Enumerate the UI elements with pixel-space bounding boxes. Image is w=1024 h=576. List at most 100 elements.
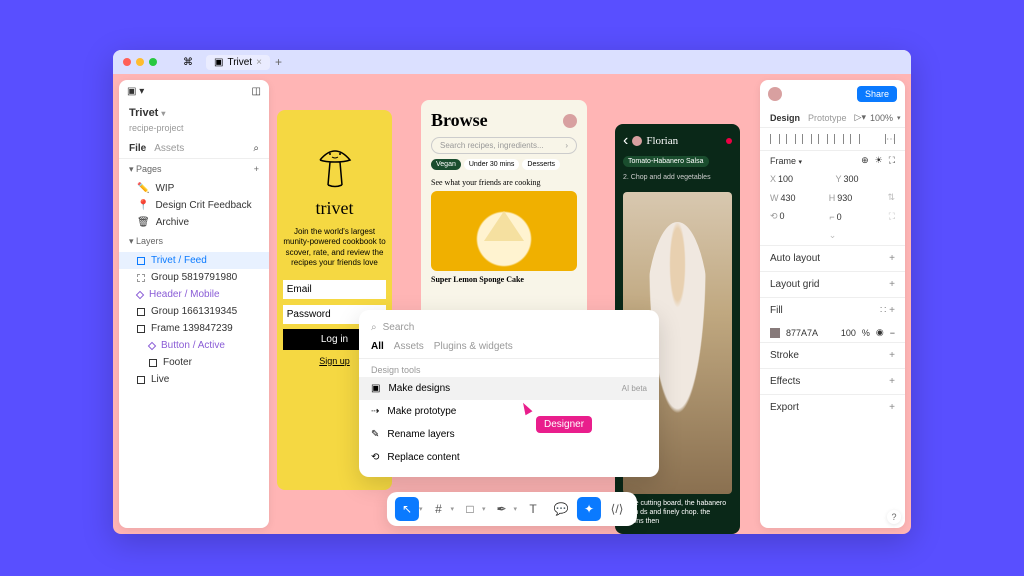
- constrain-icon[interactable]: ⇅: [887, 192, 895, 203]
- help-button[interactable]: ?: [887, 510, 901, 524]
- collapse-caret[interactable]: ⌄: [829, 230, 837, 241]
- user-avatar[interactable]: [563, 114, 577, 128]
- left-panel: ▣ ▾ ◫ Trivet ▾ recipe-project File Asset…: [119, 80, 269, 528]
- align-bottom-icon: [850, 134, 860, 144]
- popup-tab-plugins[interactable]: Plugins & widgets: [434, 341, 513, 352]
- layer-header-mobile[interactable]: Header / Mobile: [119, 286, 269, 303]
- remove-fill-icon[interactable]: −: [890, 328, 895, 338]
- play-icon[interactable]: ▷▾: [855, 112, 866, 123]
- assets-tab-left[interactable]: Assets: [154, 143, 184, 154]
- popup-tab-all[interactable]: All: [371, 341, 384, 352]
- tool-caret[interactable]: ▾: [419, 505, 423, 513]
- panel-toggle-icon[interactable]: ◫: [252, 86, 261, 97]
- fill-swatch[interactable]: [770, 328, 780, 338]
- comment-tool[interactable]: 💬: [549, 497, 573, 521]
- close-window[interactable]: [123, 58, 131, 66]
- layer-live[interactable]: Live: [119, 371, 269, 388]
- pill-vegan[interactable]: Vegan: [431, 159, 461, 170]
- add-effect[interactable]: +: [889, 376, 895, 387]
- shape-tool[interactable]: □: [458, 497, 482, 521]
- replace-content-item[interactable]: ⟲Replace content: [359, 446, 659, 469]
- align-middle-icon: [834, 134, 844, 144]
- make-prototype-item[interactable]: ⇢Make prototype: [359, 400, 659, 423]
- maximize-window[interactable]: [149, 58, 157, 66]
- page-feedback[interactable]: 📍Design Crit Feedback: [119, 197, 269, 214]
- salsa-tag[interactable]: Tomato-Habanero Salsa: [623, 156, 709, 167]
- pages-label[interactable]: ▾ Pages: [129, 164, 162, 175]
- corner-input[interactable]: 0: [837, 212, 842, 222]
- file-tab-left[interactable]: File: [129, 143, 146, 154]
- zoom-level[interactable]: 100%: [870, 113, 893, 123]
- y-input[interactable]: 300: [844, 174, 859, 184]
- align-tools[interactable]: ⋯: [760, 128, 905, 151]
- fill-hex[interactable]: 877A7A: [786, 328, 818, 338]
- visibility-icon[interactable]: ◉: [876, 327, 884, 338]
- layoutgrid-label[interactable]: Layout grid: [770, 279, 819, 290]
- expand-icon[interactable]: ⛶: [889, 155, 895, 166]
- file-tab[interactable]: ▣ Trivet ×: [206, 55, 270, 70]
- replace-icon: ⟲: [371, 452, 379, 463]
- pen-tool[interactable]: ✒: [490, 497, 514, 521]
- add-export[interactable]: +: [889, 402, 895, 413]
- back-icon[interactable]: ‹: [623, 132, 628, 150]
- rotation-input[interactable]: 0: [780, 211, 785, 222]
- w-input[interactable]: 430: [781, 193, 796, 203]
- popup-tab-assets[interactable]: Assets: [394, 341, 424, 352]
- email-field[interactable]: Email: [283, 280, 387, 299]
- project-subtitle: recipe-project: [119, 123, 269, 139]
- search-recipes-input[interactable]: Search recipes, ingredients...›: [431, 137, 577, 154]
- page-archive[interactable]: 🗑Archive: [119, 214, 269, 231]
- page-wip[interactable]: ✏️WIP: [119, 180, 269, 197]
- minimize-window[interactable]: [136, 58, 144, 66]
- layer-frame[interactable]: Frame 139847239: [119, 320, 269, 337]
- cake-image[interactable]: [431, 191, 577, 271]
- independent-corners-icon[interactable]: ⛶: [889, 211, 895, 222]
- home-tab[interactable]: ⌘: [175, 55, 201, 70]
- layer-footer[interactable]: Footer: [119, 354, 269, 371]
- dev-mode-tool[interactable]: ⟨/⟩: [605, 497, 629, 521]
- figma-icon[interactable]: ▣ ▾: [127, 86, 144, 97]
- pill-30min[interactable]: Under 30 mins: [464, 159, 520, 170]
- effects-label[interactable]: Effects: [770, 376, 800, 387]
- close-tab-icon[interactable]: ×: [256, 57, 262, 68]
- prototype-tab[interactable]: Prototype: [808, 113, 847, 123]
- layer-button-active[interactable]: Button / Active: [119, 337, 269, 354]
- search-input[interactable]: Search: [383, 322, 415, 333]
- fill-options[interactable]: ∷ +: [880, 305, 895, 316]
- current-user-avatar[interactable]: [768, 87, 782, 101]
- layer-group-2[interactable]: Group 1661319345: [119, 303, 269, 320]
- autolayout-label[interactable]: Auto layout: [770, 253, 820, 264]
- layers-label[interactable]: ▾ Layers: [129, 236, 163, 247]
- layer-group-1[interactable]: Group 5819791980: [119, 269, 269, 286]
- signup-link[interactable]: Sign up: [319, 356, 350, 366]
- x-input[interactable]: 100: [778, 174, 793, 184]
- fit-icon[interactable]: ⊕: [861, 155, 869, 166]
- add-grid[interactable]: +: [889, 279, 895, 290]
- layer-trivet-feed[interactable]: Trivet / Feed: [119, 252, 269, 269]
- add-page-icon[interactable]: +: [254, 164, 259, 175]
- stroke-label[interactable]: Stroke: [770, 350, 799, 361]
- share-button[interactable]: Share: [857, 86, 897, 102]
- resize-icon[interactable]: ☀: [875, 155, 883, 166]
- fill-label[interactable]: Fill: [770, 305, 783, 316]
- frame-label[interactable]: Frame ▾: [770, 156, 802, 166]
- rename-layers-item[interactable]: ✎Rename layers: [359, 423, 659, 446]
- fill-opacity[interactable]: 100: [841, 328, 856, 338]
- add-stroke[interactable]: +: [889, 350, 895, 361]
- bottom-toolbar: ↖▾ #▾ □▾ ✒▾ T 💬 ✦ ⟨/⟩: [387, 492, 637, 526]
- design-tab[interactable]: Design: [770, 113, 800, 123]
- search-icon[interactable]: ⌕: [253, 143, 259, 154]
- make-designs-item[interactable]: ▣Make designsAI beta: [359, 377, 659, 400]
- ai-tool[interactable]: ✦: [577, 497, 601, 521]
- new-tab-button[interactable]: +: [275, 55, 282, 69]
- text-tool[interactable]: T: [521, 497, 545, 521]
- add-autolayout[interactable]: +: [889, 253, 895, 264]
- pill-desserts[interactable]: Desserts: [522, 159, 560, 170]
- browse-title: Browse: [431, 110, 488, 131]
- export-label[interactable]: Export: [770, 402, 799, 413]
- florian-avatar: [632, 136, 642, 146]
- project-name[interactable]: Trivet ▾: [119, 103, 269, 123]
- h-input[interactable]: 930: [837, 193, 852, 203]
- move-tool[interactable]: ↖: [395, 497, 419, 521]
- frame-tool[interactable]: #: [426, 497, 450, 521]
